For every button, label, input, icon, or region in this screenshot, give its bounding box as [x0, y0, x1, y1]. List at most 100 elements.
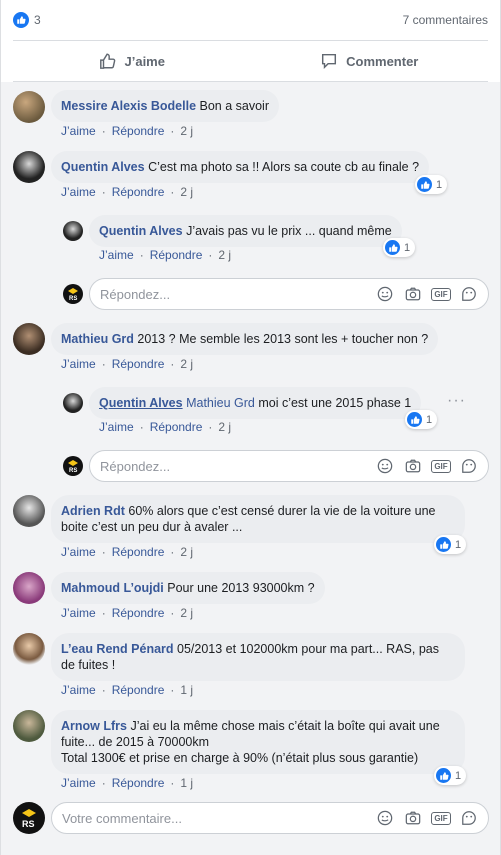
comment-author[interactable]: Mahmoud L’oujdi — [61, 581, 164, 595]
comment-author[interactable]: Mathieu Grd — [61, 332, 134, 346]
comment-meta: J’aime · Répondre · 2 j — [99, 420, 232, 434]
camera-icon[interactable] — [404, 457, 422, 475]
like-link[interactable]: J’aime — [61, 185, 96, 199]
avatar[interactable] — [13, 323, 45, 355]
sticker-icon[interactable] — [460, 285, 478, 303]
like-link[interactable]: J’aime — [99, 248, 134, 262]
comment-author[interactable]: Quentin Alves — [99, 396, 183, 410]
composer-tools: GIF — [376, 285, 478, 303]
like-link[interactable]: J’aime — [61, 606, 96, 620]
comment-time[interactable]: 2 j — [180, 606, 193, 620]
svg-text:RS: RS — [69, 468, 77, 474]
comment-time[interactable]: 2 j — [218, 420, 231, 434]
avatar[interactable] — [13, 495, 45, 527]
avatar[interactable] — [13, 633, 45, 665]
sticker-icon[interactable] — [460, 457, 478, 475]
comment-placeholder: Votre commentaire... — [62, 810, 182, 826]
comment-bubble: Mahmoud L’oujdi Pour une 2013 93000km ? — [51, 572, 325, 604]
comment-reactions[interactable]: 1 — [434, 535, 467, 554]
gif-icon[interactable]: GIF — [431, 809, 451, 827]
comment-meta: J’aime · Répondre · 2 j — [99, 248, 232, 262]
comment-author[interactable]: Quentin Alves — [61, 160, 145, 174]
gif-label: GIF — [431, 287, 451, 301]
emoji-icon[interactable] — [376, 809, 394, 827]
comment-text: C’est ma photo sa !! Alors sa coute cb a… — [148, 160, 420, 174]
reply-link[interactable]: Répondre — [112, 185, 165, 199]
emoji-icon[interactable] — [376, 457, 394, 475]
camera-icon[interactable] — [404, 809, 422, 827]
reply-input[interactable]: Répondez... GIF — [89, 450, 489, 482]
reply-link[interactable]: Répondre — [112, 357, 165, 371]
comment-input[interactable]: Votre commentaire... GIF — [51, 802, 489, 834]
comment-meta: J’aime · Répondre · 1 j — [61, 683, 194, 697]
comment-time[interactable]: 1 j — [180, 776, 193, 790]
comment-time[interactable]: 1 j — [180, 683, 193, 697]
comment-text-line2: Total 1300€ et prise en charge à 90% (n’… — [61, 751, 419, 765]
like-link[interactable]: J’aime — [61, 357, 96, 371]
comment-time[interactable]: 2 j — [180, 545, 193, 559]
comment-bubble: Arnow Lfrs J’ai eu la même chose mais c’… — [51, 710, 465, 774]
avatar[interactable] — [13, 91, 45, 123]
post-actions: J’aime Commenter — [13, 40, 488, 82]
like-reaction-icon — [436, 768, 451, 783]
thumbs-up-icon — [99, 53, 115, 69]
like-link[interactable]: J’aime — [61, 683, 96, 697]
reply-input[interactable]: Répondez... GIF — [89, 278, 489, 310]
like-reaction-icon — [417, 177, 432, 192]
reaction-count: 1 — [404, 241, 411, 254]
reply-link[interactable]: Répondre — [112, 776, 165, 790]
comment-author[interactable]: L’eau Rend Pénard — [61, 642, 174, 656]
emoji-icon[interactable] — [376, 285, 394, 303]
reply-link[interactable]: Répondre — [150, 248, 203, 262]
reply-link[interactable]: Répondre — [112, 545, 165, 559]
mention-tag[interactable]: Mathieu Grd — [186, 396, 255, 410]
reply-placeholder: Répondez... — [100, 458, 171, 474]
sticker-icon[interactable] — [460, 809, 478, 827]
like-reaction-icon — [13, 12, 29, 28]
comment-time[interactable]: 2 j — [180, 185, 193, 199]
comment-reactions[interactable]: 1 — [383, 238, 416, 257]
reply-link[interactable]: Répondre — [150, 420, 203, 434]
reply-link[interactable]: Répondre — [112, 606, 165, 620]
comment-time[interactable]: 2 j — [218, 248, 231, 262]
comment-author[interactable]: Quentin Alves — [99, 224, 183, 238]
gif-icon[interactable]: GIF — [431, 457, 451, 475]
comment-time[interactable]: 2 j — [180, 124, 193, 138]
avatar[interactable] — [63, 393, 83, 413]
camera-icon[interactable] — [404, 285, 422, 303]
like-button[interactable]: J’aime — [13, 41, 251, 81]
composer-tools: GIF — [376, 809, 478, 827]
comment-button[interactable]: Commenter — [251, 41, 489, 81]
like-link[interactable]: J’aime — [61, 545, 96, 559]
comments-count[interactable]: 7 commentaires — [403, 13, 488, 27]
comment-time[interactable]: 2 j — [180, 357, 193, 371]
like-link[interactable]: J’aime — [61, 124, 96, 138]
more-options-icon[interactable]: ··· — [447, 392, 466, 410]
post-card: 3 7 commentaires J’aime Commenter Messir… — [0, 0, 501, 855]
likes-count[interactable]: 3 — [13, 12, 41, 28]
comment-meta: J’aime · Répondre · 2 j — [61, 357, 194, 371]
comment-reactions[interactable]: 1 — [415, 175, 448, 194]
avatar[interactable] — [13, 572, 45, 604]
comment-reactions[interactable]: 1 — [405, 410, 438, 429]
reply-link[interactable]: Répondre — [112, 683, 165, 697]
comment-author[interactable]: Arnow Lfrs — [61, 719, 127, 733]
composer-tools: GIF — [376, 457, 478, 475]
reaction-summary: 3 7 commentaires — [13, 8, 488, 32]
comment-text: Pour une 2013 93000km ? — [167, 581, 315, 595]
avatar[interactable] — [63, 221, 83, 241]
comment-author[interactable]: Adrien Rdt — [61, 504, 125, 518]
comment-meta: J’aime · Répondre · 2 j — [61, 124, 194, 138]
like-link[interactable]: J’aime — [99, 420, 134, 434]
gif-icon[interactable]: GIF — [431, 285, 451, 303]
svg-text:RS: RS — [22, 819, 35, 829]
comment-reactions[interactable]: 1 — [434, 766, 467, 785]
comment-author[interactable]: Messire Alexis Bodelle — [61, 99, 196, 113]
avatar[interactable] — [13, 151, 45, 183]
avatar[interactable] — [13, 710, 45, 742]
like-link[interactable]: J’aime — [61, 776, 96, 790]
comment-meta: J’aime · Répondre · 2 j — [61, 606, 194, 620]
reply-link[interactable]: Répondre — [112, 124, 165, 138]
current-user-avatar: RS — [63, 284, 83, 304]
comment-meta: J’aime · Répondre · 2 j — [61, 185, 194, 199]
